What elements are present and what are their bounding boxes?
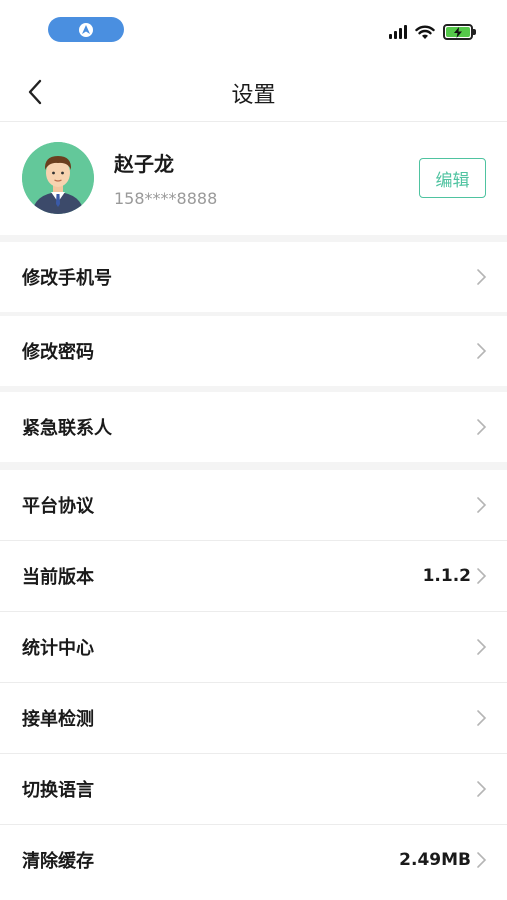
chevron-right-icon <box>477 497 487 513</box>
menu-item-switch-language[interactable]: 切换语言 <box>0 754 507 824</box>
header-bar: 设置 <box>0 62 507 122</box>
menu-item-label: 切换语言 <box>22 780 94 801</box>
edit-profile-button[interactable]: 编辑 <box>419 158 486 198</box>
menu-item-label: 当前版本 <box>22 567 94 588</box>
menu-item-platform-agreement[interactable]: 平台协议 <box>0 470 507 540</box>
battery-charging-icon <box>443 24 476 40</box>
menu-item-clear-cache[interactable]: 清除缓存 2.49MB <box>0 825 507 895</box>
avatar[interactable] <box>22 142 94 214</box>
menu-item-label: 接单检测 <box>22 709 94 730</box>
menu-item-label: 紧急联系人 <box>22 418 112 439</box>
location-arrow-icon <box>79 22 93 37</box>
section-divider <box>0 462 507 470</box>
menu-item-label: 修改密码 <box>22 342 94 363</box>
menu-item-label: 统计中心 <box>22 638 94 659</box>
chevron-right-icon <box>477 419 487 435</box>
chevron-right-icon <box>477 710 487 726</box>
status-bar <box>0 0 507 62</box>
chevron-right-icon <box>477 781 487 797</box>
chevron-right-icon <box>477 343 487 359</box>
page-title: 设置 <box>231 83 276 108</box>
menu-item-label: 修改手机号 <box>22 268 112 289</box>
menu-item-change-phone[interactable]: 修改手机号 <box>0 242 507 312</box>
menu-item-order-detection[interactable]: 接单检测 <box>0 683 507 753</box>
wifi-icon <box>415 25 435 39</box>
profile-card: 赵子龙 158****8888 编辑 <box>0 123 507 235</box>
chevron-right-icon <box>477 568 487 584</box>
menu-item-emergency-contact[interactable]: 紧急联系人 <box>0 392 507 462</box>
menu-item-label: 清除缓存 <box>22 851 94 872</box>
chevron-right-icon <box>477 269 487 285</box>
menu-item-label: 平台协议 <box>22 496 94 517</box>
user-phone: 158****8888 <box>114 189 218 208</box>
version-value: 1.1.2 <box>422 566 471 586</box>
menu-item-change-password[interactable]: 修改密码 <box>0 316 507 386</box>
location-indicator <box>48 17 124 42</box>
cellular-signal-icon <box>389 25 407 39</box>
user-name: 赵子龙 <box>114 152 174 176</box>
cache-size-value: 2.49MB <box>399 850 471 870</box>
section-divider <box>0 235 507 242</box>
menu-item-current-version[interactable]: 当前版本 1.1.2 <box>0 541 507 611</box>
chevron-right-icon <box>477 639 487 655</box>
chevron-right-icon <box>477 852 487 868</box>
menu-item-statistics-center[interactable]: 统计中心 <box>0 612 507 682</box>
